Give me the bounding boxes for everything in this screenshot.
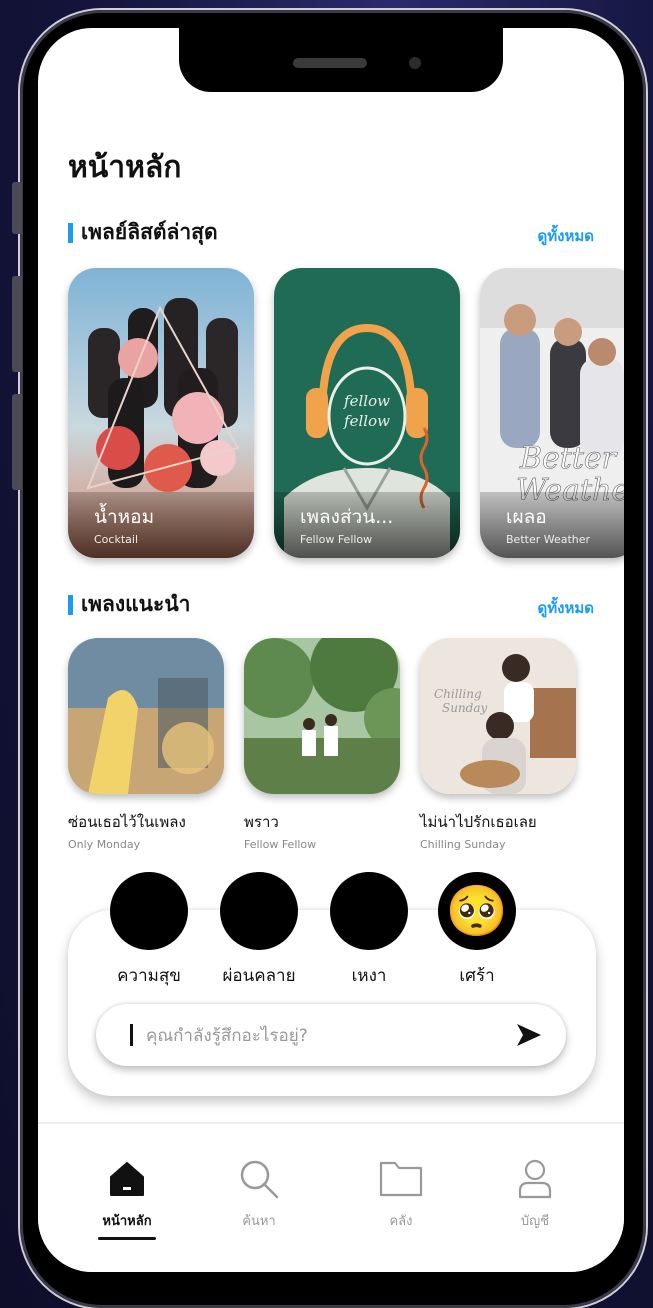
latest-playlists-heading-text: เพลย์ลิสต์ล่าสุด	[81, 220, 218, 244]
song-artist: Only Monday	[68, 838, 141, 851]
song-artist: Chilling Sunday	[420, 838, 506, 851]
volume-down-button	[12, 394, 22, 490]
svg-text:Chilling: Chilling	[434, 687, 482, 701]
mood-lonely-button[interactable]: 😒 เหงา	[314, 872, 424, 989]
tab-home[interactable]: หน้าหลัก	[82, 1152, 172, 1240]
mute-switch	[12, 182, 22, 234]
user-icon	[490, 1152, 580, 1206]
tab-library[interactable]: คลัง	[356, 1152, 446, 1231]
tab-label: บัญชี	[520, 1214, 550, 1229]
notch	[179, 28, 503, 92]
song-title: พราว	[244, 813, 279, 831]
relaxed-face-icon: 😙	[220, 872, 298, 950]
active-tab-indicator	[98, 1237, 156, 1240]
section-marker	[68, 222, 73, 243]
tab-search[interactable]: ค้นหา	[214, 1152, 304, 1231]
svg-text:Sunday: Sunday	[442, 701, 488, 715]
app-screen: หน้าหลัก เพลย์ลิสต์ล่าสุด ดูทั้งหมด น้ำห…	[38, 28, 624, 1272]
song-title: ไม่น่าไปรักเธอเลย	[420, 813, 537, 831]
send-icon[interactable]	[514, 1020, 544, 1050]
volume-up-button	[12, 276, 22, 372]
recommended-see-all-link[interactable]: ดูทั้งหมด	[538, 596, 594, 620]
playlist-artist: Cocktail	[94, 533, 138, 546]
song-title: ซ่อนเธอไว้ในเพลง	[68, 813, 186, 831]
card-caption-overlay	[480, 492, 624, 558]
playlist-card[interactable]: น้ำหอม Cocktail	[68, 268, 254, 558]
song-cover	[244, 638, 400, 794]
mood-relaxed-button[interactable]: 😙 ผ่อนคลาย	[204, 872, 314, 989]
song-cover	[68, 638, 224, 794]
search-icon	[214, 1152, 304, 1206]
mood-text-input[interactable]	[144, 1018, 488, 1054]
latest-playlists-heading: เพลย์ลิสต์ล่าสุด	[68, 216, 218, 249]
bottom-tab-bar: หน้าหลัก ค้นหา คลัง บัญชี	[38, 1122, 624, 1272]
tab-label: หน้าหลัก	[102, 1214, 152, 1229]
speaker-grille	[293, 58, 367, 68]
mood-label: ผ่อนคลาย	[222, 966, 296, 986]
playlist-artist: Better Weather	[506, 533, 591, 546]
mood-input-box	[96, 1004, 566, 1066]
mood-sad-button[interactable]: 🥺 เศร้า	[422, 872, 532, 989]
playlist-artist: Fellow Fellow	[300, 533, 373, 546]
playlist-name: เผลอ	[506, 506, 547, 528]
song-cover-art: Chilling Sunday	[420, 638, 576, 794]
song-item[interactable]: ซ่อนเธอไว้ในเพลง Only Monday	[68, 638, 228, 851]
front-camera	[409, 57, 421, 69]
latest-playlists-see-all-link[interactable]: ดูทั้งหมด	[538, 224, 594, 248]
song-cover-art	[244, 638, 400, 794]
pleading-face-icon: 🥺	[438, 872, 516, 950]
song-item[interactable]: Chilling Sunday ไม่น่าไปรักเธอเลย Chilli…	[420, 638, 580, 851]
mood-label: ความสุข	[117, 966, 181, 986]
mood-happy-button[interactable]: 😀 ความสุข	[94, 872, 204, 989]
section-marker	[68, 594, 73, 615]
song-cover: Chilling Sunday	[420, 638, 576, 794]
svg-text:fellow: fellow	[343, 392, 390, 410]
playlist-name: น้ำหอม	[94, 506, 155, 528]
happy-face-icon: 😀	[110, 872, 188, 950]
tab-label: ค้นหา	[242, 1214, 276, 1229]
folder-icon	[356, 1152, 446, 1206]
song-cover-art	[68, 638, 224, 794]
recommended-heading-text: เพลงแนะนำ	[81, 592, 191, 616]
unamused-face-icon: 😒	[330, 872, 408, 950]
svg-text:Better: Better	[519, 441, 618, 476]
song-artist: Fellow Fellow	[244, 838, 317, 851]
home-icon	[82, 1152, 172, 1206]
svg-text:fellow: fellow	[343, 412, 390, 430]
page-title: หน้าหลัก	[68, 150, 182, 185]
mood-label: เศร้า	[459, 966, 495, 986]
playlist-card[interactable]: fellow fellow เพลงส่วน... Fellow Fellow	[274, 268, 460, 558]
tab-label: คลัง	[389, 1214, 413, 1229]
song-item[interactable]: พราว Fellow Fellow	[244, 638, 404, 851]
mood-label: เหงา	[351, 966, 387, 986]
text-caret	[130, 1024, 133, 1046]
recommended-heading: เพลงแนะนำ	[68, 588, 190, 621]
playlist-card[interactable]: Better Weather เผลอ Better Weather	[480, 268, 624, 558]
playlist-name: เพลงส่วน...	[300, 506, 394, 528]
tab-account[interactable]: บัญชี	[490, 1152, 580, 1231]
